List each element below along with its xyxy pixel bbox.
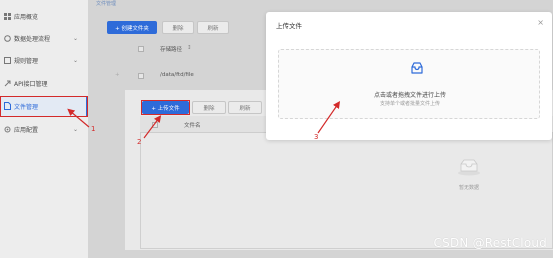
sidebar-item-app-overview[interactable]: 应用概览 [0,7,88,25]
select-all-checkbox[interactable] [152,122,158,128]
sidebar: 应用概览 数据处理流程 ⌄ 规则管理 ⌄ API接口管理 文件管理 应用配置 ⌄ [0,0,88,258]
grid-icon [3,12,11,20]
sidebar-item-label: 应用配置 [14,126,39,134]
empty-box-icon [457,158,481,176]
rule-icon [3,56,11,64]
delete-label: 删除 [172,25,184,32]
refresh-button[interactable]: 刷新 [197,21,229,34]
row-checkbox[interactable] [138,73,144,79]
sort-icon[interactable]: ↕ [187,45,192,51]
select-all-checkbox[interactable] [138,46,144,52]
modal-title: 上传文件 [276,22,302,30]
annotation-box-1 [0,96,88,117]
flow-icon [3,34,11,42]
annotation-box-2 [141,100,190,115]
refresh-label: 刷新 [207,25,219,32]
gear-icon [3,125,11,133]
annotation-step-3: 3 [314,133,319,141]
chevron-down-icon: ⌄ [73,125,79,133]
sidebar-item-app-config[interactable]: 应用配置 ⌄ [0,120,88,138]
annotation-step-1: 1 [91,125,96,133]
refresh-button[interactable]: 刷新 [228,101,262,114]
sidebar-item-label: API接口管理 [14,80,48,88]
delete-button[interactable]: 删除 [162,21,194,34]
sidebar-item-data-flow[interactable]: 数据处理流程 ⌄ [0,29,88,47]
file-table-body [140,133,553,249]
sidebar-item-label: 数据处理流程 [14,35,51,43]
annotation-step-2: 2 [137,138,142,146]
chevron-down-icon: ⌄ [73,56,79,64]
sidebar-item-rules[interactable]: 规则管理 ⌄ [0,51,88,69]
storage-path-cell[interactable]: /data/ftd/file [160,72,194,78]
delete-button[interactable]: 删除 [192,101,226,114]
sidebar-item-label: 应用概览 [14,13,39,21]
create-folder-button[interactable]: + 创建文件夹 [107,21,157,34]
dropzone-hint-text: 支持单个或者批量文件上传 [379,101,440,107]
sidebar-item-label: 规则管理 [14,57,39,65]
sidebar-item-api[interactable]: API接口管理 [0,74,88,92]
chevron-down-icon: ⌄ [73,34,79,42]
watermark: CSDN @RestCloud [433,236,547,250]
upload-dropzone[interactable]: 点击或者拖拽文件进行上传 支持单个或者批量文件上传 [278,49,540,119]
api-icon [3,79,11,87]
inbox-icon [410,60,424,74]
refresh-label: 刷新 [239,105,251,112]
column-header-file-name: 文件名 [184,123,201,129]
empty-state-text: 暂无数据 [459,185,480,191]
dropzone-main-text: 点击或者拖拽文件进行上传 [373,92,446,99]
delete-label: 删除 [203,105,215,112]
upload-modal: 上传文件 × 点击或者拖拽文件进行上传 支持单个或者批量文件上传 [266,12,552,140]
breadcrumb[interactable]: 文件管理 [96,0,116,7]
expand-icon[interactable]: + [115,72,120,78]
close-icon[interactable]: × [537,18,544,27]
column-header-storage-path[interactable]: 存储路径 [160,45,182,53]
